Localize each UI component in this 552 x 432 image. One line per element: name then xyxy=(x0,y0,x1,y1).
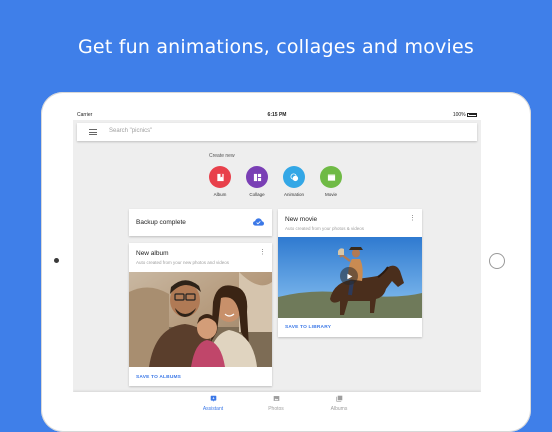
nav-assistant-label: Assistant xyxy=(202,406,224,412)
front-camera xyxy=(54,258,59,263)
home-button[interactable] xyxy=(489,253,505,269)
nav-albums[interactable]: Albums xyxy=(309,395,369,412)
search-input[interactable]: Search "picnics" xyxy=(109,128,152,134)
create-animation-button[interactable]: Animation xyxy=(279,166,309,197)
battery-indicator: 100% xyxy=(453,112,477,118)
movie-thumbnail[interactable] xyxy=(278,237,422,318)
battery-icon xyxy=(467,112,477,117)
backup-card[interactable]: Backup complete xyxy=(129,209,272,236)
play-button[interactable] xyxy=(340,267,358,285)
app-screen: Carrier 6:15 PM 100% Search "picnics" Cr… xyxy=(73,110,481,414)
headline: Get fun animations, collages and movies xyxy=(78,36,474,58)
nav-photos[interactable]: Photos xyxy=(246,395,306,412)
save-to-library-button[interactable]: SAVE TO LIBRARY xyxy=(285,325,331,330)
battery-percent: 100% xyxy=(452,112,466,118)
search-bar[interactable]: Search "picnics" xyxy=(77,123,477,141)
create-collage-button[interactable]: Collage xyxy=(242,166,272,197)
play-icon xyxy=(346,273,352,279)
more-options-icon[interactable]: ⋮ xyxy=(409,215,416,222)
cloud-done-icon xyxy=(253,218,264,226)
save-to-albums-button[interactable]: SAVE TO ALBUMS xyxy=(136,375,181,380)
new-movie-card[interactable]: New movie Auto created from your photos … xyxy=(278,209,422,337)
nav-photos-label: Photos xyxy=(268,406,284,412)
nav-albums-label: Albums xyxy=(330,406,348,412)
status-bar: Carrier 6:15 PM 100% xyxy=(73,110,481,120)
album-icon xyxy=(209,166,231,188)
album-card-title: New album xyxy=(136,250,169,257)
more-options-icon[interactable]: ⋮ xyxy=(259,249,266,256)
photos-icon xyxy=(273,396,279,401)
albums-icon xyxy=(335,395,342,402)
create-movie-label: Movie xyxy=(324,192,337,197)
animation-icon xyxy=(283,166,305,188)
backup-status: Backup complete xyxy=(136,219,186,226)
nav-assistant[interactable]: Assistant xyxy=(183,395,243,412)
movie-card-title: New movie xyxy=(285,216,318,223)
movie-card-subtitle: Auto created from your photos & videos xyxy=(285,226,365,231)
status-time: 6:15 PM xyxy=(267,112,287,118)
bottom-navigation: Assistant Photos Albums xyxy=(73,392,481,414)
assistant-icon xyxy=(210,395,216,402)
create-movie-button[interactable]: Movie xyxy=(316,166,346,197)
album-card-subtitle: Auto created from your new photos and vi… xyxy=(136,260,230,265)
movie-icon xyxy=(320,166,342,188)
create-album-button[interactable]: Album xyxy=(205,166,235,197)
create-collage-label: Collage xyxy=(249,192,265,197)
new-album-card[interactable]: New album Auto created from your new pho… xyxy=(129,243,272,386)
create-album-label: Album xyxy=(213,192,227,197)
create-new-label: Create new xyxy=(209,153,235,159)
menu-icon[interactable] xyxy=(89,129,97,135)
collage-icon xyxy=(246,166,268,188)
create-animation-label: Animation xyxy=(283,192,304,197)
album-photo[interactable] xyxy=(129,272,272,367)
